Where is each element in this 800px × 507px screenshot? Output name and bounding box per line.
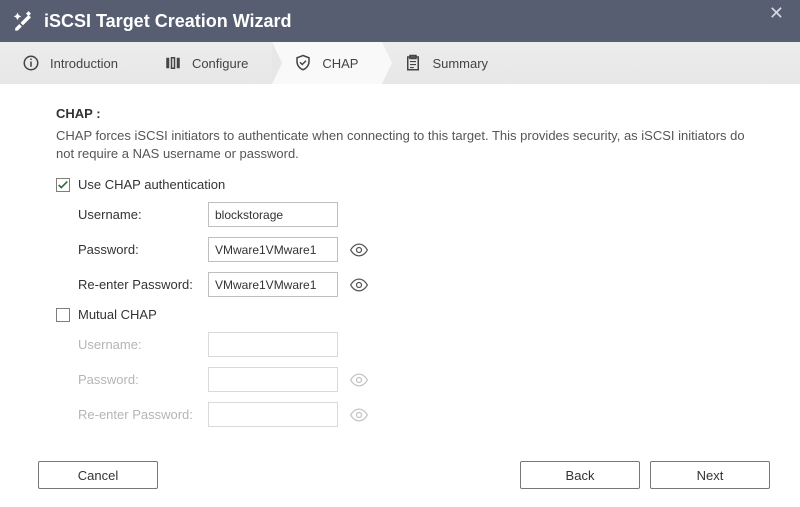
shield-check-icon — [292, 52, 314, 74]
use-chap-row: Use CHAP authentication — [56, 177, 760, 192]
title-bar: iSCSI Target Creation Wizard ✕ — [0, 0, 800, 42]
use-chap-checkbox[interactable] — [56, 178, 70, 192]
mutual-username-label: Username: — [78, 337, 208, 352]
chap-fields: Username: Password: Re-enter Password: — [56, 202, 760, 297]
step-introduction[interactable]: Introduction — [0, 42, 142, 84]
wizard-icon — [12, 10, 34, 32]
eye-icon — [348, 404, 370, 426]
chap-password-row: Password: — [78, 237, 760, 262]
mutual-password-input — [208, 367, 338, 392]
chap-reenter-row: Re-enter Password: — [78, 272, 760, 297]
use-chap-label: Use CHAP authentication — [78, 177, 225, 192]
columns-icon — [162, 52, 184, 74]
chap-username-row: Username: — [78, 202, 760, 227]
chap-username-label: Username: — [78, 207, 208, 222]
step-summary[interactable]: Summary — [382, 42, 512, 84]
mutual-reenter-row: Re-enter Password: — [78, 402, 760, 427]
section-heading: CHAP : — [56, 106, 760, 121]
close-icon[interactable]: ✕ — [765, 3, 788, 24]
window-title: iSCSI Target Creation Wizard — [44, 11, 765, 32]
eye-icon — [348, 369, 370, 391]
step-label: CHAP — [322, 56, 358, 71]
mutual-password-label: Password: — [78, 372, 208, 387]
eye-icon[interactable] — [348, 274, 370, 296]
section-description: CHAP forces iSCSI initiators to authenti… — [56, 127, 760, 163]
mutual-username-input — [208, 332, 338, 357]
chap-username-input[interactable] — [208, 202, 338, 227]
mutual-reenter-label: Re-enter Password: — [78, 407, 208, 422]
next-button[interactable]: Next — [650, 461, 770, 489]
chap-password-input[interactable] — [208, 237, 338, 262]
eye-icon[interactable] — [348, 239, 370, 261]
cancel-button[interactable]: Cancel — [38, 461, 158, 489]
step-bar: Introduction Configure CHAP Summary — [0, 42, 800, 84]
mutual-chap-checkbox[interactable] — [56, 308, 70, 322]
mutual-reenter-input — [208, 402, 338, 427]
step-chap[interactable]: CHAP — [272, 42, 382, 84]
chap-password-label: Password: — [78, 242, 208, 257]
mutual-chap-label: Mutual CHAP — [78, 307, 157, 322]
step-configure[interactable]: Configure — [142, 42, 272, 84]
chap-reenter-label: Re-enter Password: — [78, 277, 208, 292]
footer: Cancel Back Next — [0, 461, 800, 489]
step-label: Configure — [192, 56, 248, 71]
step-label: Introduction — [50, 56, 118, 71]
info-icon — [20, 52, 42, 74]
back-button[interactable]: Back — [520, 461, 640, 489]
mutual-password-row: Password: — [78, 367, 760, 392]
clipboard-icon — [402, 52, 424, 74]
step-label: Summary — [432, 56, 488, 71]
mutual-fields: Username: Password: Re-enter Password: — [56, 332, 760, 427]
chap-reenter-input[interactable] — [208, 272, 338, 297]
mutual-username-row: Username: — [78, 332, 760, 357]
mutual-chap-row: Mutual CHAP — [56, 307, 760, 322]
content-area: CHAP : CHAP forces iSCSI initiators to a… — [0, 84, 800, 427]
